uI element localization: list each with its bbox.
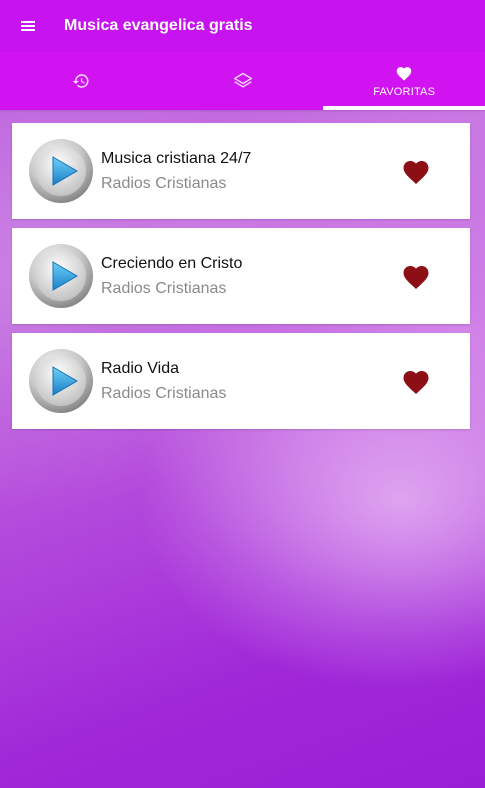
station-title: Musica cristiana 24/7 xyxy=(101,150,252,167)
station-title: Radio Vida xyxy=(101,360,179,377)
app-screen: Musica evangelica gratis FAVORITAS Music… xyxy=(0,0,485,788)
favorite-heart-icon[interactable] xyxy=(401,157,431,185)
tab-history[interactable] xyxy=(0,52,162,110)
favorite-heart-icon[interactable] xyxy=(401,262,431,290)
app-bar: Musica evangelica gratis xyxy=(0,0,485,52)
play-icon[interactable] xyxy=(28,138,94,204)
station-subtitle: Radios Cristianas xyxy=(101,280,227,297)
play-icon[interactable] xyxy=(28,348,94,414)
heart-icon xyxy=(396,66,412,81)
layers-icon xyxy=(233,72,252,88)
tab-categories[interactable] xyxy=(162,52,324,110)
station-card[interactable]: Creciendo en Cristo Radios Cristianas xyxy=(12,228,470,324)
station-subtitle: Radios Cristianas xyxy=(101,175,227,192)
favorite-heart-icon[interactable] xyxy=(401,367,431,395)
menu-button[interactable] xyxy=(0,0,56,52)
app-title: Musica evangelica gratis xyxy=(64,17,253,34)
hamburger-menu-icon xyxy=(21,21,35,31)
station-card[interactable]: Musica cristiana 24/7 Radios Cristianas xyxy=(12,123,470,219)
station-card[interactable]: Radio Vida Radios Cristianas xyxy=(12,333,470,429)
station-subtitle: Radios Cristianas xyxy=(101,385,227,402)
active-tab-indicator xyxy=(323,106,485,110)
station-title: Creciendo en Cristo xyxy=(101,255,243,272)
tab-bar: FAVORITAS xyxy=(0,52,485,110)
tab-favoritas[interactable]: FAVORITAS xyxy=(323,52,485,110)
tab-label-favoritas: FAVORITAS xyxy=(373,85,436,98)
history-icon xyxy=(72,74,89,88)
play-icon[interactable] xyxy=(28,243,94,309)
favorites-list: Musica cristiana 24/7 Radios Cristianas xyxy=(12,123,470,438)
